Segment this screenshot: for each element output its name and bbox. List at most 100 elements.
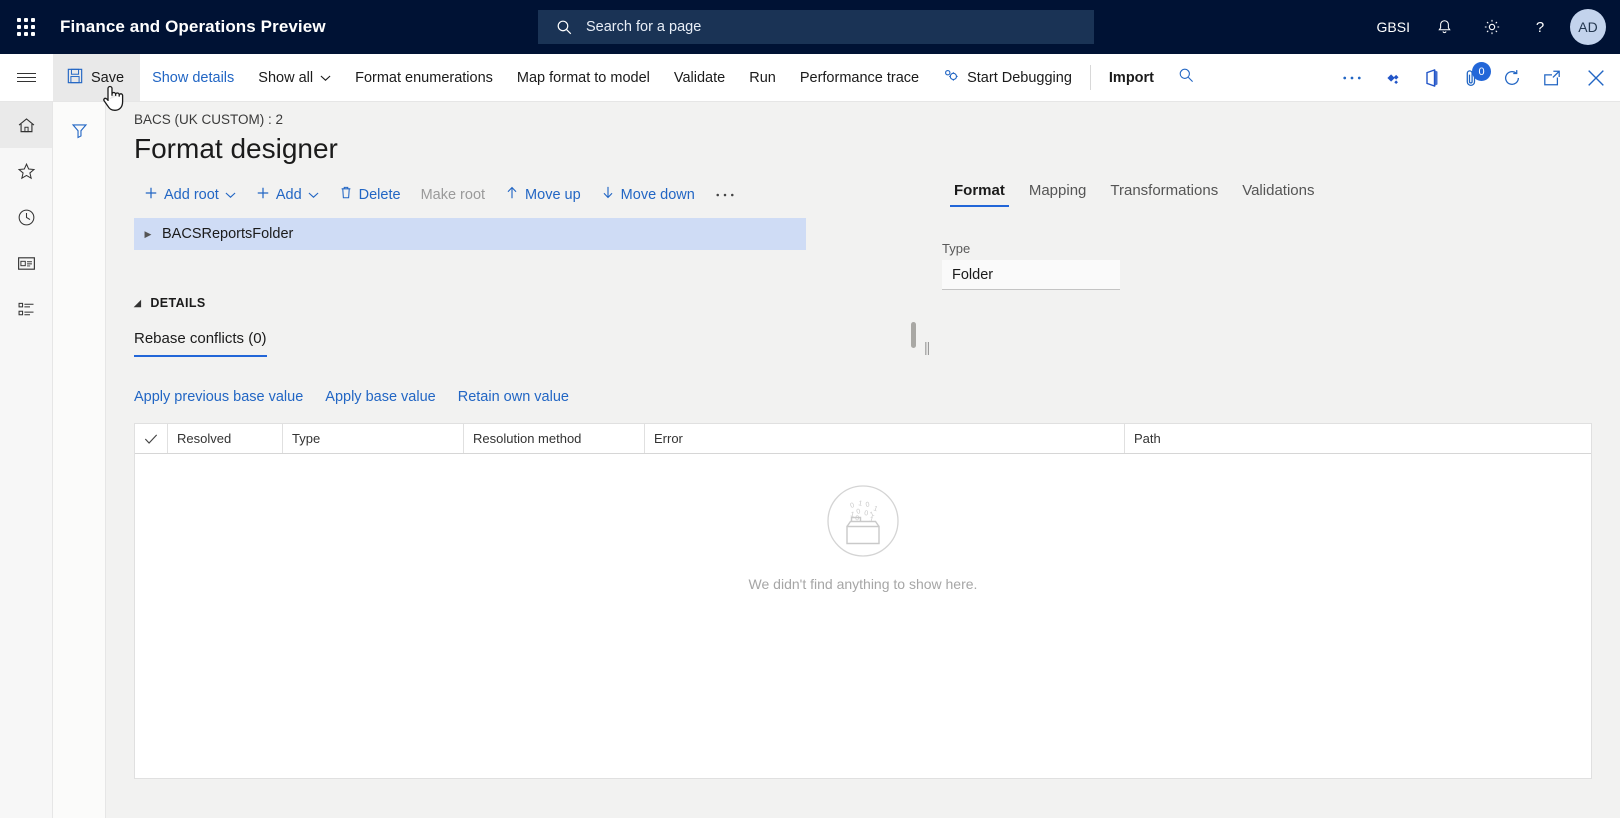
overflow-ellipsis-icon[interactable] [1332,54,1372,101]
tab-label: Transformations [1110,182,1219,199]
details-section-header[interactable]: ◢ DETAILS [134,296,1620,310]
tab-label: Format [954,182,1005,199]
company-selector[interactable]: GBSI [1367,0,1420,54]
grid-header-select-all[interactable] [135,424,168,453]
svg-text:?: ? [1536,19,1544,36]
command-start-debugging[interactable]: Start Debugging [931,54,1084,101]
make-root-label: Make root [420,186,486,203]
tab-transformations[interactable]: Transformations [1098,176,1230,207]
debug-gears-icon [943,68,960,87]
command-label: Show details [152,69,235,86]
avatar[interactable]: AD [1570,9,1606,45]
tree-scrollbar-thumb[interactable] [911,322,916,348]
tab-rebase-conflicts[interactable]: Rebase conflicts (0) [134,330,267,357]
sidebar-item-home[interactable] [0,102,52,148]
command-label: Show all [258,69,314,86]
command-search-icon-button[interactable] [1166,54,1207,101]
tab-mapping[interactable]: Mapping [1017,176,1099,207]
grid-header-type[interactable]: Type [283,424,464,453]
expand-chevron-icon[interactable]: ▶ [134,229,162,240]
topbar-right-cluster: GBSI ? AD [1367,0,1620,54]
grid-header-resolution-method[interactable]: Resolution method [464,424,645,453]
left-navigation-rail [0,102,53,818]
svg-text:0: 0 [849,502,855,510]
workspaces-icon [17,256,35,270]
open-in-new-window-icon[interactable] [1532,54,1572,101]
sidebar-item-recent[interactable] [0,194,52,240]
command-format-enumerations[interactable]: Format enumerations [343,54,505,101]
conflict-action-links: Apply previous base value Apply base val… [134,389,1620,405]
grid-header-resolved[interactable]: Resolved [168,424,283,453]
details-label: DETAILS [150,296,206,310]
tab-format[interactable]: Format [942,176,1017,207]
grid-header-error[interactable]: Error [645,424,1125,453]
hamburger-menu-icon[interactable] [0,54,53,101]
top-navigation-bar: Finance and Operations Preview GBSI ? AD [0,0,1620,54]
command-label: Import [1108,69,1155,86]
command-label: Performance trace [799,69,920,86]
gear-icon[interactable] [1468,0,1516,54]
chevron-down-icon [320,70,331,86]
app-title: Finance and Operations Preview [60,17,326,36]
tree-node-row[interactable]: ▶ BACSReportsFolder [134,218,806,250]
refresh-icon[interactable] [1492,54,1532,101]
office-app-icon[interactable] [1412,54,1452,101]
move-up-button[interactable]: Move up [495,181,591,208]
apply-base-value-link[interactable]: Apply base value [325,389,435,405]
command-import[interactable]: Import [1097,54,1166,101]
app-launcher-icon[interactable] [0,0,52,54]
filter-funnel-icon[interactable] [53,112,105,148]
svg-text:1: 1 [868,516,874,524]
question-mark-icon[interactable]: ? [1516,0,1564,54]
command-show-all[interactable]: Show all [246,54,343,101]
main-content: BACS (UK CUSTOM) : 2 Format designer Add… [106,102,1620,818]
search-input[interactable] [584,18,1044,36]
save-button[interactable]: Save [53,54,141,101]
svg-text:1: 1 [872,505,878,513]
add-root-label: Add root [164,186,219,203]
commandbar-right-icons: 0 [1332,54,1620,101]
favorites-star-icon [17,162,35,179]
command-run[interactable]: Run [737,54,788,101]
plus-icon [256,186,270,204]
search-icon [556,19,573,36]
designer-overflow-button[interactable] [705,183,745,207]
move-down-button[interactable]: Move down [591,181,705,208]
sidebar-item-modules[interactable] [0,286,52,332]
overflow-ellipsis-icon [715,187,735,203]
command-validate[interactable]: Validate [662,54,737,101]
modules-list-icon [18,302,33,315]
add-button[interactable]: Add [246,182,329,208]
chevron-down-icon [225,187,236,203]
delete-button[interactable]: Delete [329,181,411,208]
rebase-conflicts-grid: Resolved Type Resolution method Error Pa… [134,423,1592,779]
grid-header-path[interactable]: Path [1125,424,1591,453]
type-field-label: Type [942,241,971,256]
tab-label: Validations [1242,182,1315,199]
bell-icon[interactable] [1420,0,1468,54]
svg-text:0: 0 [865,501,870,509]
global-search[interactable] [538,10,1094,44]
recent-clock-icon [18,209,34,225]
tab-validations[interactable]: Validations [1230,176,1326,207]
attachments-icon[interactable]: 0 [1452,54,1492,101]
move-up-label: Move up [525,186,581,203]
svg-text:1: 1 [858,500,863,508]
command-label: Format enumerations [355,69,493,86]
sidebar-item-workspaces[interactable] [0,240,52,286]
sidebar-item-favorites[interactable] [0,148,52,194]
type-field[interactable] [942,260,1120,290]
retain-own-value-link[interactable]: Retain own value [458,389,569,405]
panel-splitter-handle[interactable]: || [924,339,930,355]
close-icon[interactable] [1572,54,1620,101]
command-map-format-to-model[interactable]: Map format to model [505,54,662,101]
command-performance-trace[interactable]: Performance trace [788,54,931,101]
command-label: Run [749,69,776,86]
command-show-details[interactable]: Show details [140,54,246,101]
move-down-label: Move down [620,186,695,203]
apply-previous-base-value-link[interactable]: Apply previous base value [134,389,303,405]
plus-icon [144,186,158,204]
format-properties-panel: Format Mapping Transformations Validatio… [942,176,1620,290]
dynamics-diamond-icon[interactable] [1372,54,1412,101]
add-root-button[interactable]: Add root [134,182,246,208]
